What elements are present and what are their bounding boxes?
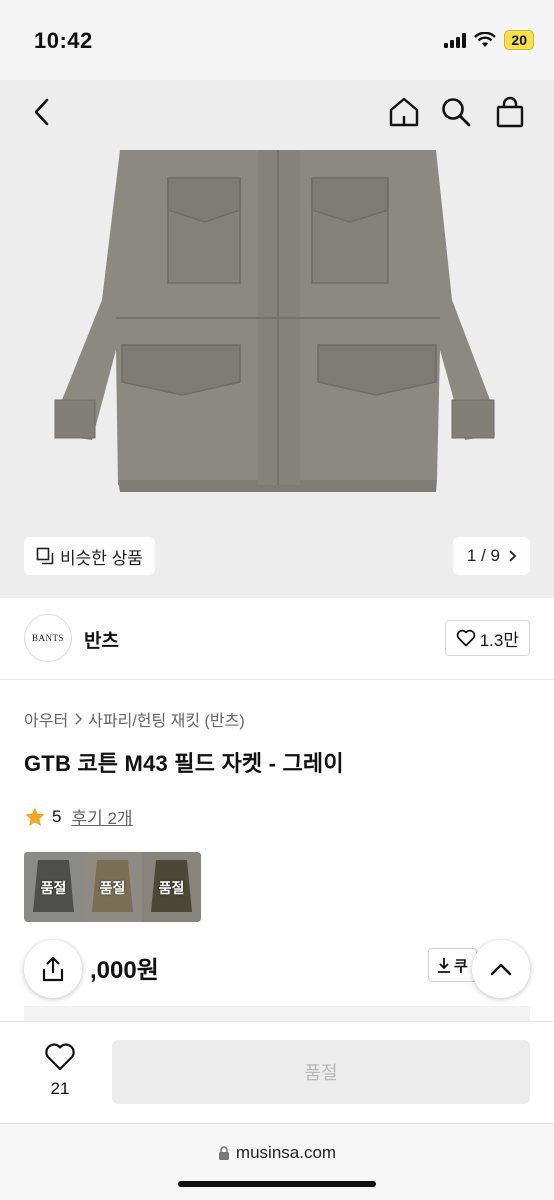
status-indicators: 20 xyxy=(444,30,534,50)
breadcrumb-subcategory[interactable]: 사파리/헌팅 재킷 (반츠) xyxy=(88,707,244,731)
lock-icon xyxy=(218,1145,229,1160)
similar-products-button[interactable]: 비슷한 상품 xyxy=(24,537,155,575)
rating-score: 5 xyxy=(52,806,62,826)
similar-products-label: 비슷한 상품 xyxy=(60,548,143,568)
home-icon xyxy=(389,97,419,127)
url-display[interactable]: musinsa.com xyxy=(0,1143,554,1163)
coupon-label: 쿠 xyxy=(454,957,468,975)
scroll-top-button[interactable] xyxy=(472,940,530,998)
bottom-action-bar: 21 품절 xyxy=(0,1021,554,1123)
wishlist-button[interactable]: 21 xyxy=(30,1042,90,1099)
soldout-label: 품절 xyxy=(99,880,126,896)
download-icon xyxy=(438,958,450,973)
wishlist-count: 21 xyxy=(50,1079,70,1098)
chevron-up-icon xyxy=(490,963,512,976)
top-navigation xyxy=(0,80,554,150)
browser-url-bar: musinsa.com xyxy=(0,1123,554,1200)
chevron-right-icon xyxy=(509,550,516,562)
color-option-gray[interactable]: 품절 xyxy=(24,852,83,922)
product-photo[interactable] xyxy=(0,150,554,550)
coupon-download-button[interactable]: 쿠 xyxy=(428,948,477,982)
back-button[interactable] xyxy=(22,92,62,132)
battery-indicator: 20 xyxy=(504,30,534,50)
back-arrow-icon xyxy=(34,98,49,126)
chevron-right-icon xyxy=(75,713,83,725)
soldout-label: 품절 xyxy=(40,880,67,896)
page-indicator-text: 1 / 9 xyxy=(466,546,500,565)
brand-row: BANTS 반츠 1.3만 xyxy=(0,598,554,680)
soldout-button[interactable]: 품절 xyxy=(112,1040,530,1104)
color-options: 품절 품절 품절 xyxy=(24,852,201,922)
shopping-bag-icon xyxy=(496,96,524,128)
color-option-khaki[interactable]: 품절 xyxy=(83,852,142,922)
image-page-indicator[interactable]: 1 / 9 xyxy=(452,537,530,575)
url-text: musinsa.com xyxy=(235,1143,337,1162)
brand-logo[interactable]: BANTS xyxy=(24,614,72,662)
product-title: GTB 코튼 M43 필드 자켓 - 그레이 xyxy=(24,751,344,776)
copy-squares-icon xyxy=(36,547,54,565)
rating-row: 5 후기 2개 xyxy=(24,804,133,829)
home-indicator xyxy=(178,1181,376,1187)
breadcrumb: 아우터 사파리/헌팅 재킷 (반츠) xyxy=(24,707,245,731)
status-time: 10:42 xyxy=(34,28,93,53)
status-bar: 10:42 20 xyxy=(0,0,554,80)
heart-icon xyxy=(45,1043,75,1071)
soldout-label: 품절 xyxy=(158,880,185,896)
search-icon xyxy=(442,98,471,127)
breadcrumb-category[interactable]: 아우터 xyxy=(24,707,68,731)
brand-like-count: 1.3만 xyxy=(479,630,519,650)
share-button[interactable] xyxy=(24,940,82,998)
cellular-signal-icon xyxy=(444,32,467,48)
cart-button[interactable] xyxy=(490,92,530,132)
brand-name[interactable]: 반츠 xyxy=(84,626,119,653)
search-button[interactable] xyxy=(436,92,476,132)
share-icon xyxy=(42,956,64,982)
color-option-olive[interactable]: 품절 xyxy=(142,852,201,922)
home-button[interactable] xyxy=(384,92,424,132)
brand-like-button[interactable]: 1.3만 xyxy=(444,620,530,656)
product-price: ,000원 xyxy=(90,957,159,984)
star-icon xyxy=(25,806,45,826)
heart-icon xyxy=(456,629,475,647)
wifi-icon xyxy=(474,32,497,47)
review-count-link[interactable]: 후기 2개 xyxy=(71,804,132,829)
